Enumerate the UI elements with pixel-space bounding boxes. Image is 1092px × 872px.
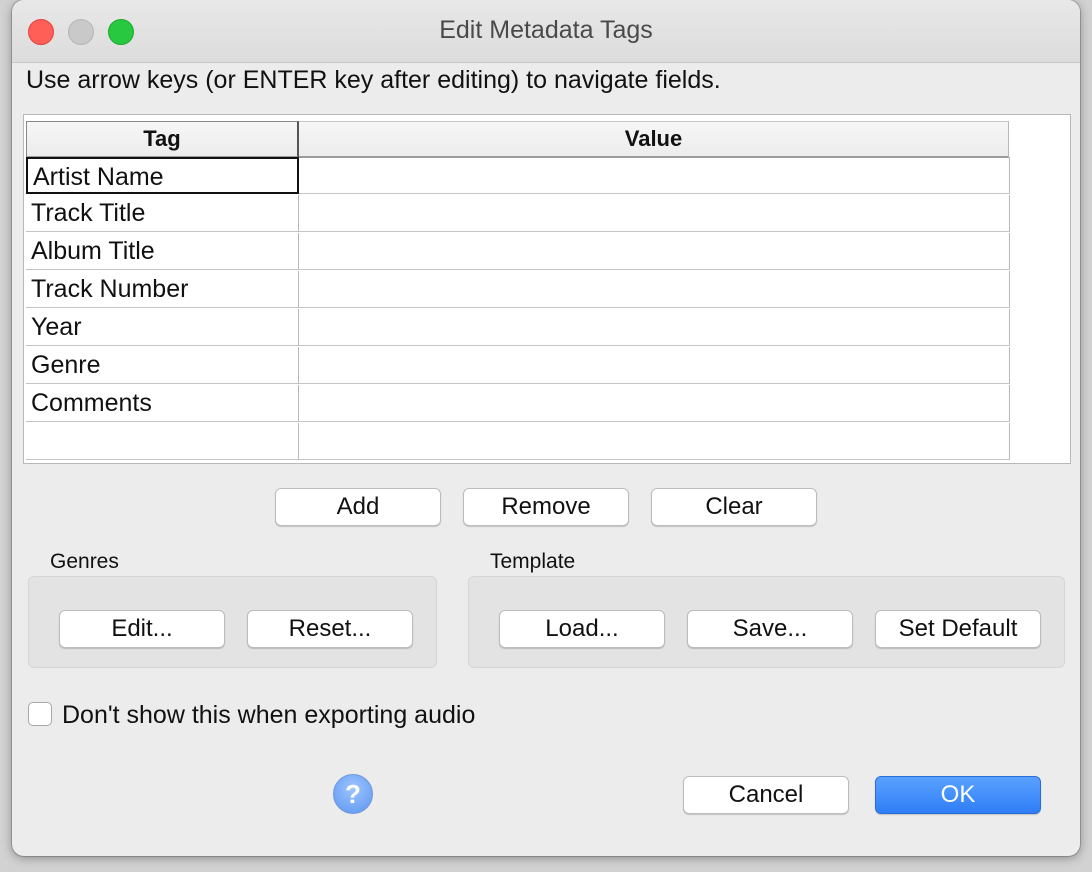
value-cell[interactable] xyxy=(299,233,1010,270)
table-row[interactable]: Track Number xyxy=(26,271,1010,309)
value-cell[interactable] xyxy=(299,309,1010,346)
table-row[interactable]: Year xyxy=(26,309,1010,347)
table-row[interactable]: Album Title xyxy=(26,233,1010,271)
tag-cell[interactable]: Album Title xyxy=(26,233,299,270)
remove-button[interactable]: Remove xyxy=(463,488,629,526)
metadata-table: Tag Value Artist Name Track Title Album … xyxy=(23,114,1071,464)
dont-show-checkbox[interactable] xyxy=(28,702,52,726)
dont-show-label[interactable]: Don't show this when exporting audio xyxy=(62,701,475,730)
value-cell[interactable] xyxy=(299,347,1010,384)
column-header-value[interactable]: Value xyxy=(299,121,1009,158)
template-label: Template xyxy=(490,550,576,573)
metadata-grid: Tag Value Artist Name Track Title Album … xyxy=(26,121,1010,461)
table-row[interactable] xyxy=(26,423,1010,461)
window-title: Edit Metadata Tags xyxy=(439,16,653,44)
add-button[interactable]: Add xyxy=(275,488,441,526)
genres-label: Genres xyxy=(50,550,119,573)
table-empty-area xyxy=(1011,121,1069,463)
value-cell[interactable] xyxy=(299,423,1010,460)
template-load-button[interactable]: Load... xyxy=(499,610,665,648)
tag-cell[interactable]: Artist Name xyxy=(26,157,299,194)
set-default-button[interactable]: Set Default xyxy=(875,610,1041,648)
table-row[interactable]: Artist Name xyxy=(26,157,1010,195)
value-cell[interactable] xyxy=(299,271,1010,308)
table-header: Tag Value xyxy=(26,121,1010,158)
clear-button[interactable]: Clear xyxy=(651,488,817,526)
tag-cell[interactable]: Genre xyxy=(26,347,299,384)
cancel-button[interactable]: Cancel xyxy=(683,776,849,814)
ok-button[interactable]: OK xyxy=(875,776,1041,814)
tag-cell[interactable]: Track Title xyxy=(26,195,299,232)
edit-metadata-dialog: Edit Metadata Tags Use arrow keys (or EN… xyxy=(12,0,1080,856)
title-bar[interactable]: Edit Metadata Tags xyxy=(12,0,1080,63)
value-cell[interactable] xyxy=(299,385,1010,422)
question-mark-icon: ? xyxy=(345,778,361,809)
template-save-button[interactable]: Save... xyxy=(687,610,853,648)
column-header-tag[interactable]: Tag xyxy=(26,121,299,158)
tag-cell[interactable]: Track Number xyxy=(26,271,299,308)
table-row[interactable]: Track Title xyxy=(26,195,1010,233)
value-cell[interactable] xyxy=(299,195,1010,232)
value-cell[interactable] xyxy=(299,157,1010,194)
genres-edit-button[interactable]: Edit... xyxy=(59,610,225,648)
genres-reset-button[interactable]: Reset... xyxy=(247,610,413,648)
instructions-text: Use arrow keys (or ENTER key after editi… xyxy=(26,66,721,94)
tag-cell[interactable]: Comments xyxy=(26,385,299,422)
help-button[interactable]: ? xyxy=(333,774,373,814)
tag-cell[interactable] xyxy=(26,423,299,460)
table-row[interactable]: Comments xyxy=(26,385,1010,423)
table-row[interactable]: Genre xyxy=(26,347,1010,385)
tag-cell[interactable]: Year xyxy=(26,309,299,346)
